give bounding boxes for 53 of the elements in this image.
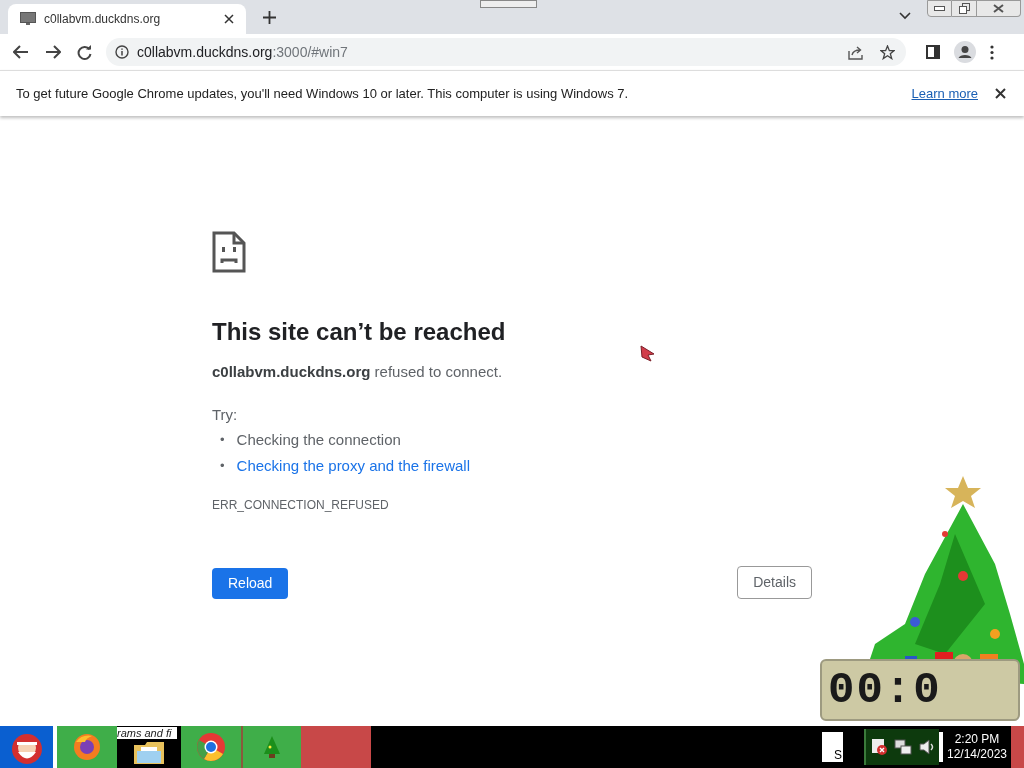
new-tab-icon[interactable] <box>263 11 276 24</box>
error-message: c0llabvm.duckdns.org refused to connect. <box>212 362 504 382</box>
partial-text: rams and fi <box>117 727 178 739</box>
tree-icon <box>263 735 281 759</box>
start-button[interactable] <box>0 726 53 768</box>
taskbar-button[interactable] <box>57 726 117 768</box>
monitor-icon <box>20 12 36 26</box>
window-grip <box>480 0 537 8</box>
clock-digits: 00:0 <box>828 668 942 712</box>
tab-title: c0llabvm.duckdns.org <box>44 11 162 28</box>
error-code: ERR_CONNECTION_REFUSED <box>212 497 390 514</box>
close-icon[interactable] <box>995 88 1006 99</box>
try-label: Try: <box>212 404 239 425</box>
error-title: This site can’t be reached <box>212 317 507 347</box>
restore-button[interactable] <box>952 0 977 17</box>
info-icon <box>115 45 129 59</box>
suggestion-link[interactable]: Checking the proxy and the firewall <box>236 456 471 476</box>
close-icon[interactable] <box>224 14 234 24</box>
menu-icon[interactable] <box>990 44 994 60</box>
details-button[interactable]: Details <box>737 566 812 599</box>
flag-error-icon[interactable] <box>869 737 889 757</box>
restore-icon <box>958 3 970 14</box>
bullet: • <box>220 457 225 476</box>
fox-globe-icon <box>72 732 102 762</box>
tray-box-text: S <box>834 749 842 762</box>
taskbar-date: 12/14/2023 <box>946 747 1008 762</box>
browser-tab[interactable]: c0llabvm.duckdns.org <box>8 4 246 34</box>
close-icon <box>993 4 1004 13</box>
sad-page-icon <box>212 231 246 273</box>
taskbar-time: 2:20 PM <box>954 732 1000 747</box>
reload-button[interactable]: Reload <box>212 568 289 599</box>
minimize-icon <box>934 6 945 11</box>
chrome-icon <box>196 732 226 762</box>
url-text: c0llabvm.duckdns.org:3000/#win7 <box>137 42 349 62</box>
address-bar[interactable]: c0llabvm.duckdns.org:3000/#win7 <box>106 38 906 66</box>
learn-more-link[interactable]: Learn more <box>911 83 978 104</box>
update-message: To get future Google Chrome updates, you'll need Windows 10 or later. This computer is using Windows 7. <box>16 84 630 103</box>
chevron-down-icon[interactable] <box>899 12 911 20</box>
mouse-cursor-icon <box>640 345 656 363</box>
network-icon[interactable] <box>893 737 913 757</box>
share-icon[interactable] <box>848 44 864 60</box>
reload-icon[interactable] <box>77 44 92 60</box>
back-icon[interactable] <box>13 45 29 59</box>
folder-icon <box>133 739 165 765</box>
side-panel-icon[interactable] <box>926 45 940 59</box>
forward-icon[interactable] <box>45 45 61 59</box>
close-window-button[interactable] <box>977 0 1021 17</box>
star-icon[interactable] <box>880 44 895 60</box>
suggestion-text: Checking the connection <box>236 430 401 450</box>
profile-icon[interactable] <box>954 41 976 63</box>
taskbar-button[interactable] <box>181 726 241 768</box>
bullet: • <box>220 431 225 450</box>
minimize-button[interactable] <box>927 0 952 17</box>
